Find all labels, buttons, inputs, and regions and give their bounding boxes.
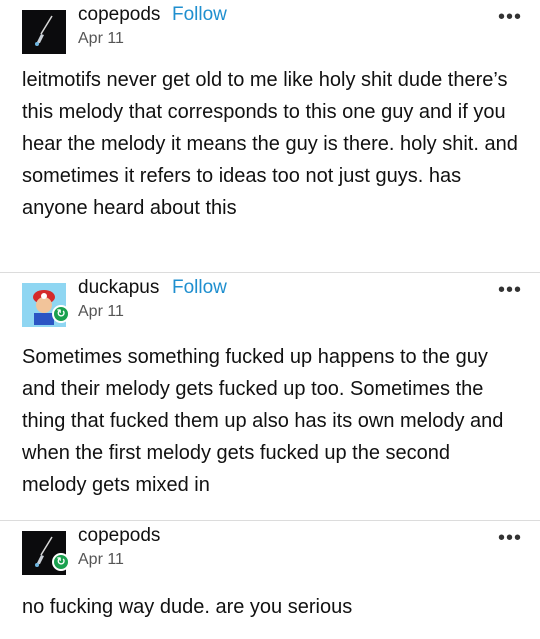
post-text: no fucking way dude. are you serious	[22, 596, 353, 618]
username[interactable]: copepods	[78, 525, 160, 547]
post-text: Sometimes something fucked up happens to…	[22, 346, 504, 496]
more-options-icon[interactable]: •••	[498, 6, 522, 29]
username[interactable]: duckapus	[78, 277, 159, 299]
post-date[interactable]: Apr 11	[78, 303, 124, 321]
fishing-lure-icon	[22, 10, 66, 54]
post-header: copepods Follow Apr 11 •••	[22, 0, 522, 60]
post-text: leitmotifs never get old to me like holy…	[22, 69, 518, 219]
post-header: ↻ duckapus Follow Apr 11 •••	[22, 273, 522, 333]
more-options-icon[interactable]: •••	[498, 279, 522, 302]
post: ↻ copepods Apr 11 ••• no fucking way dud…	[0, 520, 540, 639]
reblog-icon: ↻	[52, 553, 70, 571]
reblog-icon: ↻	[52, 305, 70, 323]
avatar[interactable]	[22, 10, 66, 54]
post: ↻ duckapus Follow Apr 11 ••• Sometimes s…	[0, 272, 540, 520]
post: copepods Follow Apr 11 ••• leitmotifs ne…	[0, 0, 540, 272]
follow-button[interactable]: Follow	[172, 4, 227, 26]
more-options-icon[interactable]: •••	[498, 527, 522, 550]
post-date[interactable]: Apr 11	[78, 551, 124, 569]
post-date[interactable]: Apr 11	[78, 30, 124, 48]
post-header: ↻ copepods Apr 11 •••	[22, 521, 522, 581]
follow-button[interactable]: Follow	[172, 277, 227, 299]
username[interactable]: copepods	[78, 4, 160, 26]
